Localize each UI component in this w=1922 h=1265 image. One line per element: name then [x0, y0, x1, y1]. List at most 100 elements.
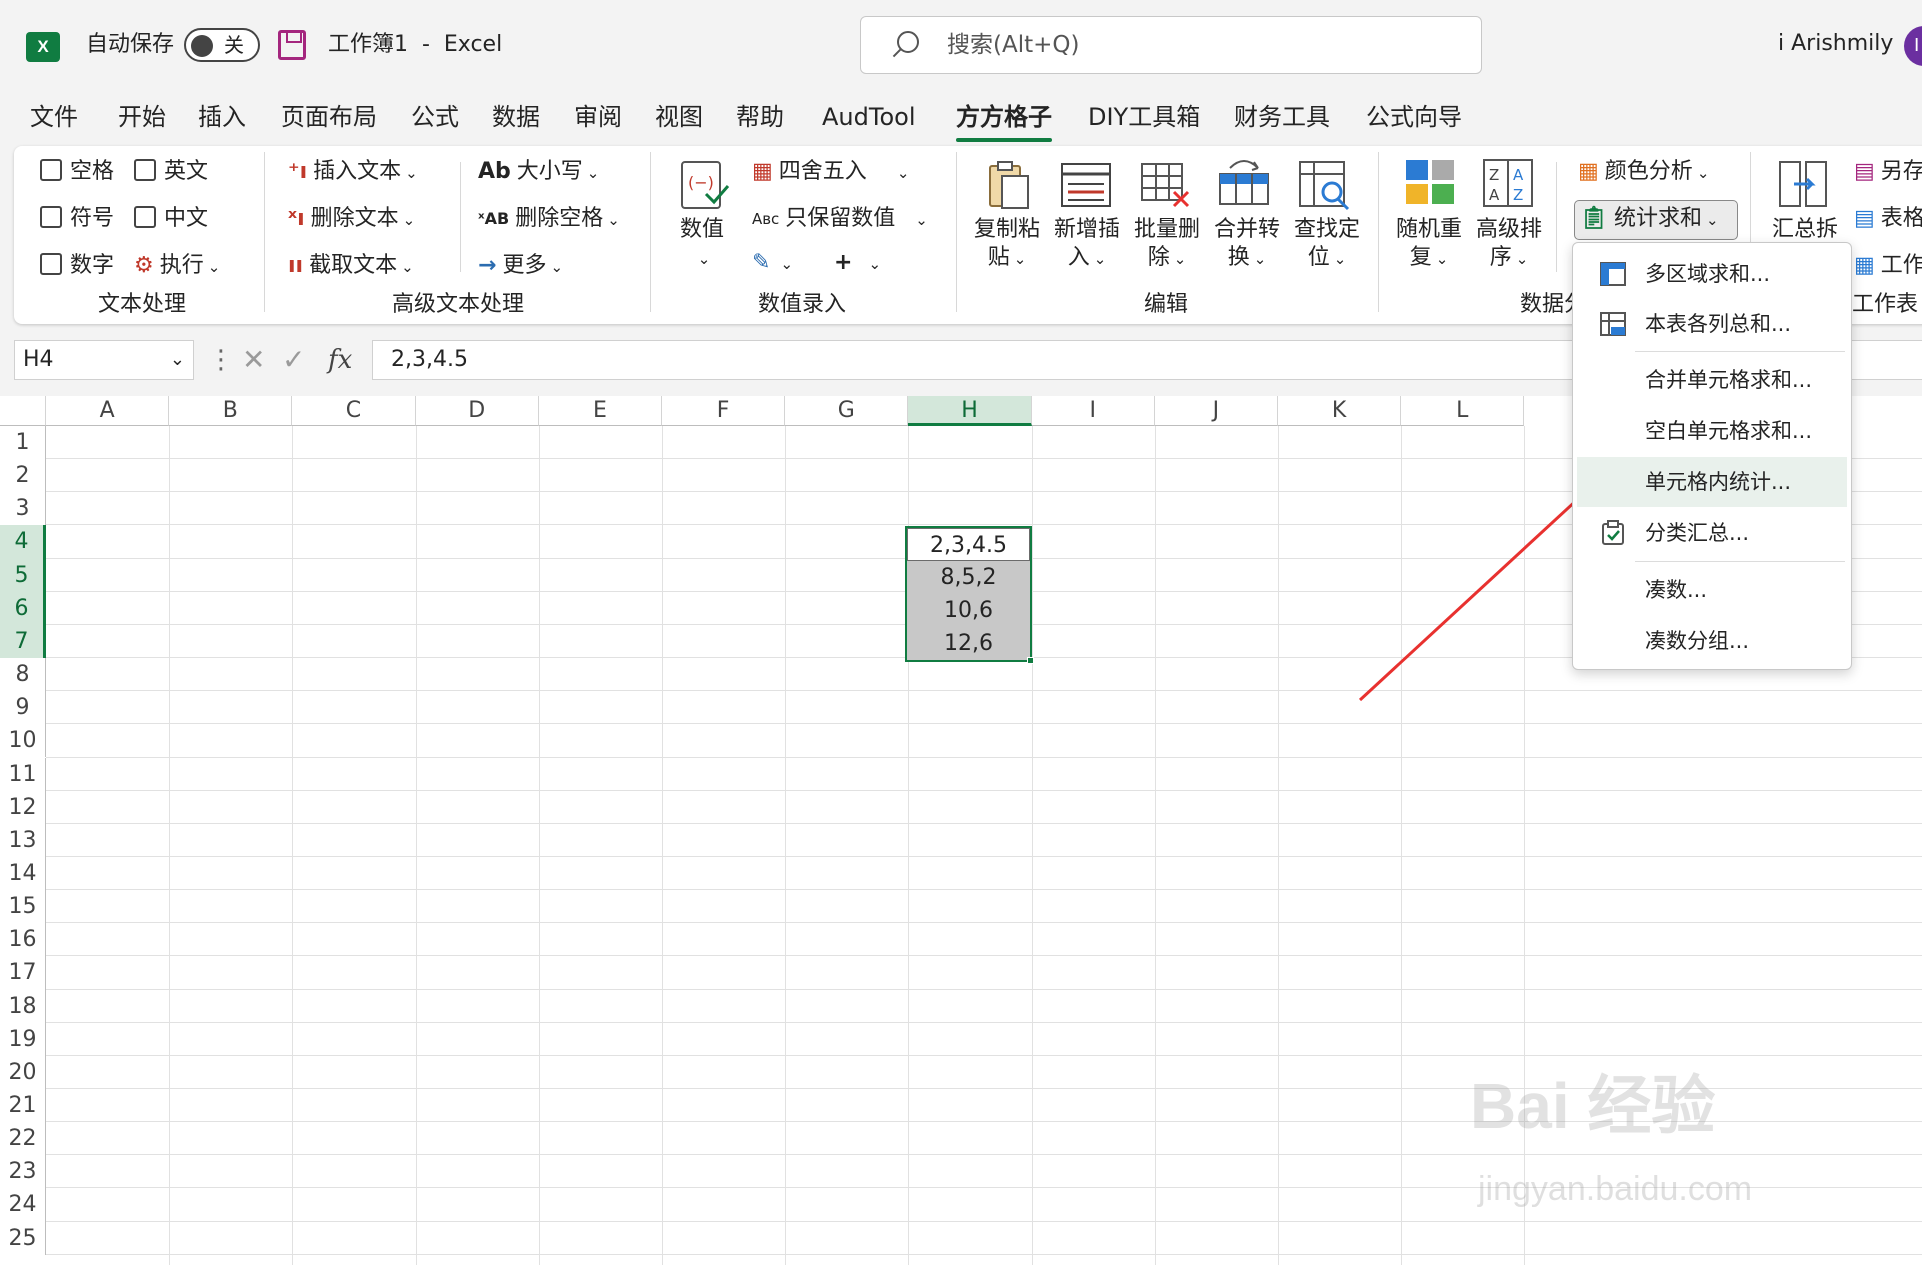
checkbox-english[interactable]: 英文 — [134, 157, 208, 187]
tab-home[interactable]: 开始 — [118, 100, 166, 134]
edit-note-button[interactable]: ✎ ⌄ — [752, 248, 793, 279]
column-header-d[interactable]: D — [415, 396, 539, 426]
row-header-3[interactable]: 3 — [0, 492, 46, 526]
tab-formulas[interactable]: 公式 — [411, 100, 459, 134]
table-button[interactable]: ▤ 表格 — [1854, 204, 1922, 234]
tab-diy-toolbox[interactable]: DIY工具箱 — [1088, 100, 1200, 134]
row-header-18[interactable]: 18 — [0, 989, 46, 1023]
tab-audtool[interactable]: AudTool — [822, 100, 915, 134]
row-header-14[interactable]: 14 — [0, 856, 46, 891]
column-header-j[interactable]: J — [1154, 396, 1278, 426]
tab-data[interactable]: 数据 — [492, 100, 540, 134]
workbook-button[interactable]: ▦ 工作 — [1854, 251, 1922, 281]
checkbox-space[interactable]: 空格 — [40, 157, 114, 187]
menu-item-subtotal[interactable]: 分类汇总... — [1577, 508, 1847, 558]
menu-item-make-sum-group[interactable]: 凑数分组... — [1577, 616, 1847, 666]
menu-item-multi-area-sum[interactable]: 多区域求和... — [1577, 249, 1847, 299]
summary-split-button[interactable]: 汇总拆 — [1772, 216, 1838, 244]
select-all-corner[interactable] — [0, 396, 46, 426]
color-analysis-button[interactable]: ▦ 颜色分析 ⌄ — [1578, 157, 1709, 188]
copy-paste-button[interactable]: 复制粘贴 ⌄ — [974, 216, 1040, 273]
column-header-l[interactable]: L — [1401, 396, 1525, 426]
delete-text-button[interactable]: ˣı 删除文本 ⌄ — [288, 204, 415, 235]
menu-item-column-totals[interactable]: 本表各列总和... — [1577, 299, 1847, 349]
row-header-6[interactable]: 6 — [0, 591, 46, 625]
save-as-button[interactable]: ▤ 另存 — [1854, 157, 1922, 187]
column-header-h[interactable]: H — [908, 396, 1032, 426]
find-locate-button[interactable]: 查找定位 ⌄ — [1294, 216, 1360, 273]
merge-convert-button[interactable]: 合并转换 ⌄ — [1214, 216, 1280, 273]
delete-spaces-button[interactable]: ˣAB 删除空格 ⌄ — [478, 204, 620, 235]
checkbox-chinese[interactable]: 中文 — [134, 204, 208, 234]
save-icon[interactable] — [278, 30, 306, 60]
column-header-i[interactable]: I — [1031, 396, 1155, 426]
excel-app-icon[interactable]: X — [26, 32, 60, 62]
row-header-20[interactable]: 20 — [0, 1055, 46, 1089]
fill-handle[interactable] — [1027, 657, 1034, 664]
user-name[interactable]: i Arishmily — [1778, 28, 1893, 60]
column-header-g[interactable]: G — [785, 396, 909, 426]
tab-formula-wizard[interactable]: 公式向导 — [1366, 100, 1462, 134]
row-header-9[interactable]: 9 — [0, 691, 46, 725]
row-header-17[interactable]: 17 — [0, 956, 46, 990]
column-header-k[interactable]: K — [1278, 396, 1402, 426]
row-header-7[interactable]: 7 — [0, 624, 46, 659]
tab-page-layout[interactable]: 页面布局 — [281, 100, 377, 134]
tab-review[interactable]: 审阅 — [574, 100, 622, 134]
search-box[interactable]: 搜索(Alt+Q) — [860, 16, 1482, 74]
column-header-f[interactable]: F — [662, 396, 786, 426]
checkbox-symbol[interactable]: 符号 — [40, 204, 114, 234]
new-insert-button[interactable]: 新增插入 ⌄ — [1054, 216, 1120, 273]
execute-button[interactable]: ⚙ 执行 ⌄ — [134, 251, 220, 282]
plus-button[interactable]: + ⌄ — [834, 248, 881, 279]
row-header-5[interactable]: 5 — [0, 558, 46, 592]
more-button[interactable]: → 更多 ⌄ — [478, 251, 563, 282]
column-header-a[interactable]: A — [46, 396, 170, 426]
row-header-16[interactable]: 16 — [0, 923, 46, 957]
row-header-19[interactable]: 19 — [0, 1022, 46, 1056]
tab-finance-tools[interactable]: 财务工具 — [1234, 100, 1330, 134]
stats-sum-button[interactable]: 📋︎ 统计求和 ⌄ — [1580, 204, 1719, 235]
column-header-b[interactable]: B — [169, 396, 293, 426]
row-header-25[interactable]: 25 — [0, 1221, 46, 1255]
case-button[interactable]: Ab 大小写 ⌄ — [478, 157, 599, 188]
menu-item-merged-cell-sum[interactable]: 合并单元格求和... — [1577, 355, 1847, 405]
row-header-1[interactable]: 1 — [0, 426, 46, 460]
tab-help[interactable]: 帮助 — [736, 100, 784, 134]
batch-delete-button[interactable]: 批量删除 ⌄ — [1134, 216, 1200, 273]
tab-view[interactable]: 视图 — [655, 100, 703, 134]
avatar[interactable]: I — [1904, 26, 1922, 66]
row-header-4[interactable]: 4 — [0, 525, 46, 559]
row-header-12[interactable]: 12 — [0, 790, 46, 824]
random-repeat-button[interactable]: 随机重复 ⌄ — [1396, 216, 1462, 273]
insert-text-button[interactable]: ⁺ı 插入文本 ⌄ — [288, 157, 418, 188]
row-header-13[interactable]: 13 — [0, 823, 46, 857]
keep-values-button[interactable]: Aʙᴄ 只保留数值 ⌄ — [752, 204, 928, 235]
row-header-10[interactable]: 10 — [0, 724, 46, 758]
row-header-11[interactable]: 11 — [0, 757, 46, 791]
enter-check-icon[interactable]: ✓ — [282, 340, 305, 380]
row-header-21[interactable]: 21 — [0, 1089, 46, 1123]
checkbox-number[interactable]: 数字 — [40, 251, 114, 281]
column-header-c[interactable]: C — [292, 396, 416, 426]
extract-text-button[interactable]: ıı 截取文本 ⌄ — [288, 251, 414, 282]
autosave-toggle[interactable]: 关 — [184, 28, 260, 62]
row-header-15[interactable]: 15 — [0, 890, 46, 924]
chevron-down-icon[interactable]: ⌄ — [170, 341, 185, 379]
value-button[interactable]: 数值 ⌄ — [680, 216, 724, 273]
tab-file[interactable]: 文件 — [30, 100, 78, 134]
row-header-24[interactable]: 24 — [0, 1188, 46, 1222]
round-button[interactable]: ▦ 四舍五入 ⌄ — [752, 157, 909, 188]
menu-item-in-cell-stats[interactable]: 单元格内统计... — [1577, 457, 1847, 507]
row-header-23[interactable]: 23 — [0, 1155, 46, 1189]
tab-insert[interactable]: 插入 — [198, 100, 246, 134]
cancel-icon[interactable]: ✕ — [242, 340, 265, 380]
row-header-22[interactable]: 22 — [0, 1122, 46, 1156]
row-header-8[interactable]: 8 — [0, 658, 46, 692]
name-box[interactable]: H4 ⌄ — [14, 340, 194, 380]
tab-fangfanggezi[interactable]: 方方格子 — [956, 100, 1052, 142]
column-header-e[interactable]: E — [538, 396, 662, 426]
menu-item-make-sum[interactable]: 凑数... — [1577, 565, 1847, 615]
insert-function-icon[interactable]: fx — [328, 340, 352, 380]
row-header-2[interactable]: 2 — [0, 459, 46, 493]
